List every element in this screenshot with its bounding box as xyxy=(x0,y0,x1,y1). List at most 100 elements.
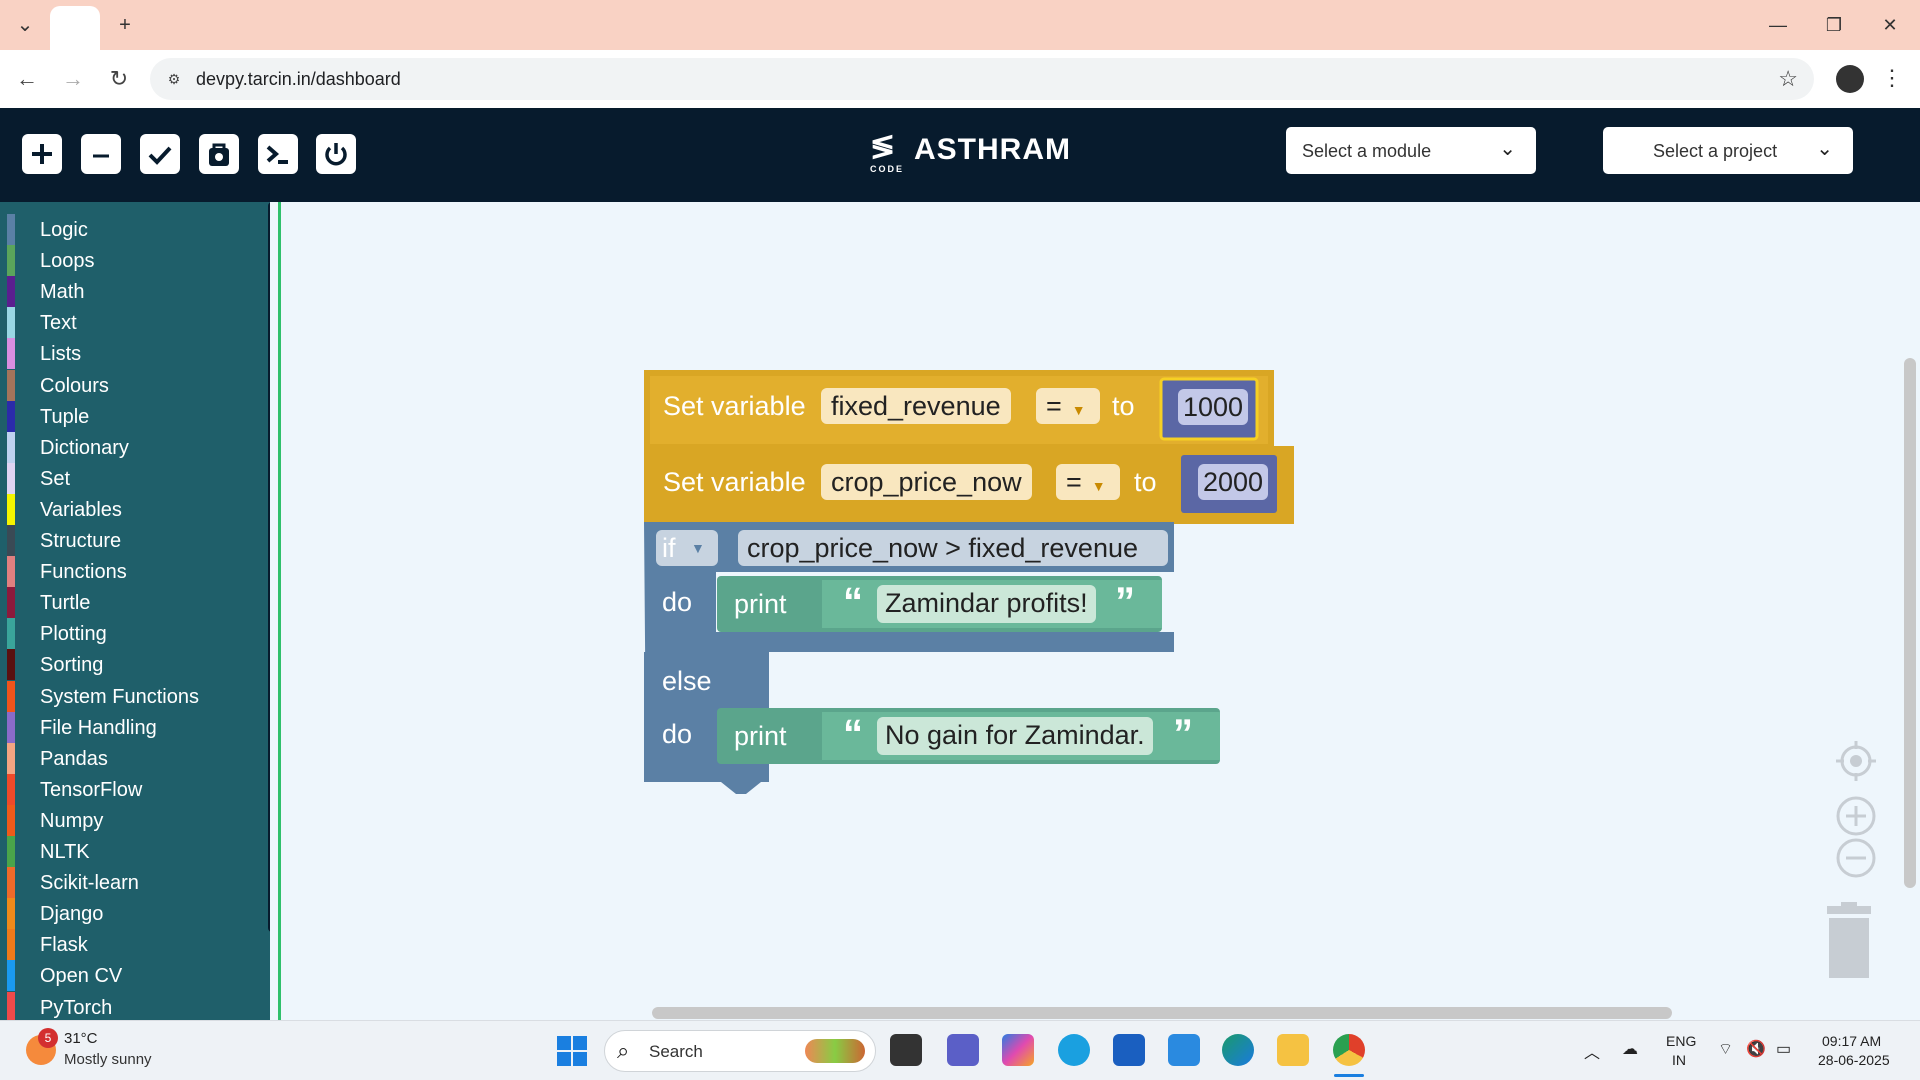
forward-icon[interactable]: → xyxy=(58,64,88,94)
new-tab-button[interactable]: + xyxy=(110,10,140,40)
trash-icon[interactable] xyxy=(1821,902,1877,982)
run-button[interactable] xyxy=(199,134,239,174)
category-pandas[interactable]: Pandas xyxy=(0,742,270,774)
temperature[interactable]: 31°C xyxy=(64,1030,98,1047)
myhp-icon[interactable] xyxy=(1168,1034,1200,1066)
category-text[interactable]: Text xyxy=(0,307,270,339)
terminal-button[interactable] xyxy=(258,134,298,174)
category-scikit-learn[interactable]: Scikit-learn xyxy=(0,867,270,899)
back-icon[interactable]: ← xyxy=(12,64,42,94)
power-button[interactable] xyxy=(316,134,356,174)
close-quote-icon: ” xyxy=(1115,580,1135,624)
volume-muted-icon[interactable]: 🔇 xyxy=(1746,1039,1766,1059)
module-select-label: Select a module xyxy=(1302,141,1432,161)
save-button[interactable] xyxy=(140,134,180,174)
category-color-swatch xyxy=(7,991,15,1020)
category-tuple[interactable]: Tuple xyxy=(0,400,270,432)
category-numpy[interactable]: Numpy xyxy=(0,804,270,836)
file-explorer-icon[interactable] xyxy=(1277,1034,1309,1066)
edge-icon[interactable] xyxy=(1222,1034,1254,1066)
project-select[interactable]: Select a project ⌄ xyxy=(1603,127,1853,174)
category-set[interactable]: Set xyxy=(0,462,270,494)
category-file-handling[interactable]: File Handling xyxy=(0,711,270,743)
restore-icon[interactable]: ❐ xyxy=(1814,10,1854,40)
onedrive-icon[interactable]: ☁ xyxy=(1622,1039,1638,1059)
category-label: Functions xyxy=(40,561,127,584)
category-nltk[interactable]: NLTK xyxy=(0,836,270,867)
url-text[interactable]: devpy.tarcin.in/dashboard xyxy=(196,68,401,90)
blockly-workspace[interactable]: Set variable fixed_revenue = ▼ to 1000 Se… xyxy=(281,202,1920,1020)
workspace-horizontal-scrollbar[interactable] xyxy=(652,1007,1672,1019)
category-color-swatch xyxy=(7,929,15,961)
windows-start-icon[interactable] xyxy=(556,1035,588,1067)
browser-menu-icon[interactable]: ⋮ xyxy=(1880,62,1904,94)
recenter-icon[interactable] xyxy=(1834,739,1878,783)
zoom-in-icon[interactable] xyxy=(1834,794,1878,838)
profile-avatar[interactable] xyxy=(1836,65,1864,93)
weather-condition[interactable]: Mostly sunny xyxy=(64,1051,152,1068)
close-window-icon[interactable]: ✕ xyxy=(1870,10,1910,40)
if-dropdown-arrow-icon[interactable]: ▼ xyxy=(691,540,705,556)
category-color-swatch xyxy=(7,960,15,992)
address-bar[interactable]: ⚙ devpy.tarcin.in/dashboard ☆ xyxy=(150,58,1814,100)
category-lists[interactable]: Lists xyxy=(0,338,270,370)
category-label: PyTorch xyxy=(40,996,113,1019)
category-colours[interactable]: Colours xyxy=(0,369,270,401)
category-django[interactable]: Django xyxy=(0,898,270,930)
category-plotting[interactable]: Plotting xyxy=(0,618,270,650)
workspace-vertical-scrollbar[interactable] xyxy=(1904,358,1916,888)
category-system-functions[interactable]: System Functions xyxy=(0,680,270,712)
region-indicator[interactable]: IN xyxy=(1672,1052,1686,1068)
category-variables[interactable]: Variables xyxy=(0,493,270,525)
bookmark-star-icon[interactable]: ☆ xyxy=(1778,66,1798,92)
tab-search-chevron-icon[interactable]: ⌄ xyxy=(10,10,40,40)
category-tensorflow[interactable]: TensorFlow xyxy=(0,773,270,805)
new-file-button[interactable] xyxy=(22,134,62,174)
zoom-out-icon[interactable] xyxy=(1834,836,1878,880)
category-color-swatch xyxy=(7,245,15,277)
condition-text[interactable]: crop_price_now > fixed_revenue xyxy=(747,532,1138,564)
module-select[interactable]: Select a module ⌄ xyxy=(1286,127,1536,174)
teams-icon[interactable] xyxy=(947,1034,979,1066)
category-turtle[interactable]: Turtle xyxy=(0,587,270,619)
variable-field-1[interactable]: fixed_revenue xyxy=(821,388,1011,424)
minimize-icon[interactable]: — xyxy=(1758,10,1798,40)
category-open-cv[interactable]: Open CV xyxy=(0,960,270,992)
number-field-2[interactable]: 2000 xyxy=(1198,464,1268,500)
chrome-icon[interactable] xyxy=(1333,1034,1365,1066)
active-app-indicator xyxy=(1334,1074,1364,1077)
category-color-swatch xyxy=(7,836,15,867)
operator-dropdown-2[interactable]: = ▼ xyxy=(1056,464,1120,500)
store-icon[interactable] xyxy=(1113,1034,1145,1066)
wifi-icon[interactable]: ⌔ xyxy=(1718,1039,1733,1059)
string-field-2[interactable]: No gain for Zamindar. xyxy=(877,717,1153,755)
category-math[interactable]: Math xyxy=(0,276,270,308)
category-loops[interactable]: Loops xyxy=(0,245,270,277)
category-dictionary[interactable]: Dictionary xyxy=(0,431,270,463)
language-indicator[interactable]: ENG xyxy=(1666,1033,1696,1049)
browser-tab[interactable] xyxy=(50,6,100,50)
task-view-icon[interactable] xyxy=(890,1034,922,1066)
category-logic[interactable]: Logic xyxy=(0,214,270,245)
taskbar-search[interactable]: ⌕ Search xyxy=(604,1030,876,1072)
category-structure[interactable]: Structure xyxy=(0,525,270,556)
help-icon[interactable] xyxy=(1058,1034,1090,1066)
category-flask[interactable]: Flask xyxy=(0,929,270,961)
open-file-button[interactable] xyxy=(81,134,121,174)
battery-icon[interactable]: ▭ xyxy=(1776,1039,1791,1059)
category-pytorch[interactable]: PyTorch xyxy=(0,991,270,1020)
site-info-icon[interactable]: ⚙ xyxy=(164,69,184,89)
copilot-icon[interactable] xyxy=(1002,1034,1034,1066)
reload-icon[interactable]: ↻ xyxy=(104,64,134,94)
string-field-1[interactable]: Zamindar profits! xyxy=(877,585,1096,623)
clock-date[interactable]: 28-06-2025 xyxy=(1818,1052,1890,1068)
number-field-1[interactable]: 1000 xyxy=(1178,389,1248,425)
variable-field-2[interactable]: crop_price_now xyxy=(821,464,1032,500)
category-functions[interactable]: Functions xyxy=(0,556,270,588)
asthram-logo: ≶ ASTHRAM CODE xyxy=(868,128,1070,178)
sidebar-scrollbar[interactable] xyxy=(268,202,270,932)
clock-time[interactable]: 09:17 AM xyxy=(1822,1033,1881,1049)
category-sorting[interactable]: Sorting xyxy=(0,649,270,681)
tray-chevron-icon[interactable]: ︿ xyxy=(1584,1039,1600,1063)
operator-dropdown-1[interactable]: = ▼ xyxy=(1036,388,1100,424)
